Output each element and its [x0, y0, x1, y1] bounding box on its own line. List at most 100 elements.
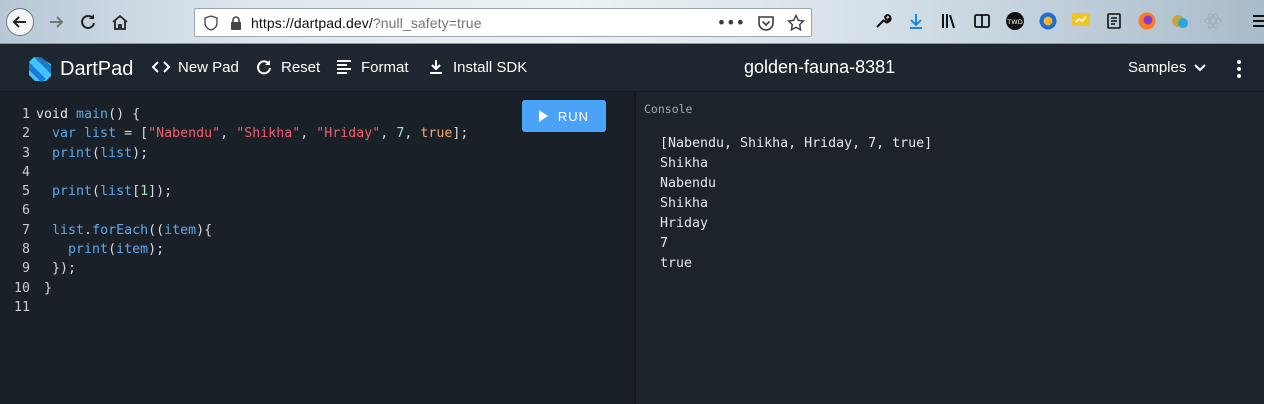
code-token: (( [148, 222, 165, 238]
code-line[interactable]: 1 void main() { [0, 105, 468, 124]
url-path: ?null_safety=true [372, 14, 482, 31]
code-token: print [36, 145, 93, 161]
code-line[interactable]: 9 }); [0, 259, 468, 278]
code-token: , [380, 126, 397, 142]
code-line[interactable]: 5 print(list[1]); [0, 182, 468, 201]
console-line: 7 [660, 236, 669, 251]
refresh-icon [255, 58, 273, 76]
console-panel: Console [Nabendu, Shikha, Hriday, 7, tru… [636, 93, 1264, 404]
console-output: [Nabendu, Shikha, Hriday, 7, true] Shikha… [660, 134, 932, 274]
address-bar[interactable]: https://dartpad.dev/?null_safety=true ••… [194, 8, 812, 37]
react-devtools-icon[interactable] [1202, 10, 1224, 32]
code-editor[interactable]: 1 void main() {2 var list = ["Nabendu", "… [0, 93, 634, 404]
code-line[interactable]: 3 print(list); [0, 144, 468, 163]
bookmark-star-icon[interactable] [787, 14, 805, 32]
code-token: void [36, 107, 77, 122]
format-label: Format [361, 58, 409, 76]
twd-extension-icon[interactable]: TWD [1004, 10, 1026, 32]
format-button[interactable]: Format [335, 58, 409, 76]
code-lines[interactable]: 1 void main() {2 var list = ["Nabendu", "… [0, 105, 468, 317]
line-source: }); [36, 259, 76, 278]
new-pad-button[interactable]: New Pad [152, 58, 239, 76]
wrench-icon[interactable] [872, 10, 894, 32]
download-icon[interactable] [905, 10, 927, 32]
code-token: ){ [196, 222, 213, 238]
hamburger-menu-icon[interactable] [1249, 10, 1264, 32]
code-token: ( [92, 145, 101, 161]
back-button[interactable] [6, 8, 34, 36]
line-number: 4 [21, 164, 30, 180]
globe-extension-icon[interactable] [1037, 10, 1059, 32]
pocket-icon[interactable] [757, 14, 775, 32]
coin-extension-icon[interactable] [1169, 10, 1191, 32]
line-number: 2 [21, 126, 30, 142]
code-line[interactable]: 2 var list = ["Nabendu", "Shikha", "Hrid… [0, 124, 468, 143]
reset-button[interactable]: Reset [255, 58, 320, 76]
line-number: 9 [21, 261, 30, 277]
code-token: print [36, 184, 93, 200]
firefox-icon[interactable] [1136, 10, 1158, 32]
code-line[interactable]: 6 [0, 201, 468, 220]
line-number: 6 [21, 203, 30, 219]
more-options-icon[interactable] [1232, 59, 1246, 79]
run-label: RUN [557, 108, 590, 124]
line-source: void main() { [36, 105, 140, 124]
code-token: ( [108, 242, 117, 258]
console-line: true [660, 256, 693, 271]
lock-icon[interactable] [229, 15, 243, 31]
svg-text:TWD: TWD [1006, 18, 1022, 26]
screenshot-extension-icon[interactable] [1070, 10, 1092, 32]
run-button[interactable]: RUN [522, 100, 606, 132]
line-source: } [36, 279, 52, 298]
line-number: 3 [21, 145, 30, 161]
code-token: ]; [452, 126, 469, 142]
url-text[interactable]: https://dartpad.dev/?null_safety=true [251, 15, 482, 31]
reload-icon [81, 14, 95, 29]
chevron-down-icon [1194, 63, 1207, 71]
brand-title: DartPad [60, 58, 134, 80]
samples-dropdown[interactable]: Samples [1128, 59, 1207, 76]
download-icon [427, 58, 445, 76]
tracking-shield-icon[interactable] [203, 14, 219, 31]
install-sdk-label: Install SDK [453, 58, 528, 76]
code-line[interactable]: 4 [0, 163, 468, 182]
home-icon [112, 14, 128, 30]
code-token: list [100, 184, 133, 200]
console-line: Shikha [660, 156, 709, 171]
play-icon [538, 110, 548, 122]
back-arrow-icon [12, 16, 26, 28]
code-token: list [84, 126, 117, 142]
reader-icon[interactable] [971, 10, 993, 32]
code-token: ); [148, 242, 165, 258]
console-line: Hriday [660, 216, 709, 231]
code-line[interactable]: 10 } [0, 279, 468, 298]
console-label: Console [644, 102, 693, 116]
code-token: item [116, 242, 149, 258]
code-token: . [84, 222, 93, 238]
library-icon[interactable] [938, 10, 960, 32]
line-number: 7 [21, 222, 30, 238]
dart-logo-icon [29, 57, 51, 82]
reset-label: Reset [281, 58, 321, 76]
console-line: Nabendu [660, 176, 717, 191]
pad-title: golden-fauna-8381 [744, 57, 896, 77]
page-actions-icon[interactable]: ••• [717, 14, 745, 32]
line-source: print(item); [36, 240, 164, 259]
reload-button[interactable] [74, 8, 102, 36]
new-pad-label: New Pad [178, 58, 239, 76]
code-line[interactable]: 8 print(item); [0, 240, 468, 259]
dartpad-header: DartPad New Pad Reset Format Install SDK… [0, 45, 1264, 92]
notes-extension-icon[interactable] [1103, 10, 1125, 32]
code-token: forEach [92, 222, 149, 238]
forward-button[interactable] [42, 8, 70, 36]
code-token: }); [36, 261, 77, 277]
console-line: Shikha [660, 196, 709, 211]
code-token: var [36, 126, 85, 142]
install-sdk-button[interactable]: Install SDK [427, 58, 527, 76]
code-token: [ [132, 184, 141, 200]
code-line[interactable]: 11 [0, 298, 468, 317]
home-button[interactable] [106, 8, 134, 36]
code-token: , [404, 126, 421, 142]
code-line[interactable]: 7 list.forEach((item){ [0, 221, 468, 240]
code-token: print [36, 242, 109, 258]
